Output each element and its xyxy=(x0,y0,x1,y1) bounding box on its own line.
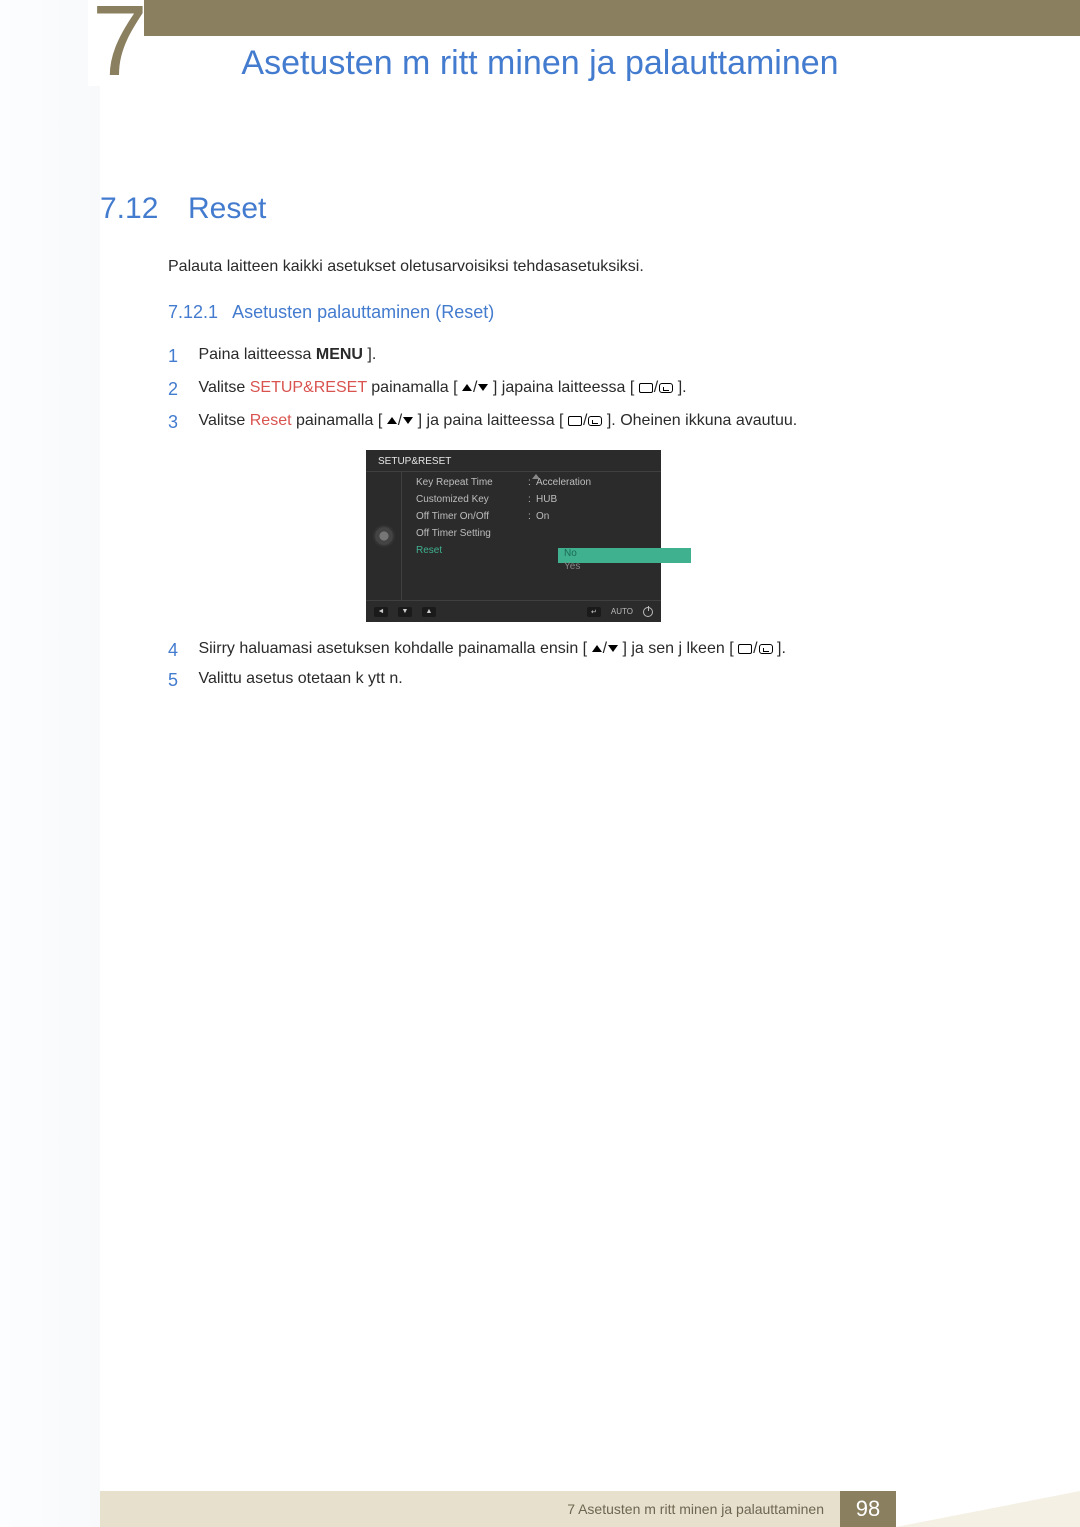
step-num: 4 xyxy=(168,640,194,661)
down-icon xyxy=(608,645,618,652)
footer-text: 7 Asetusten m ritt minen ja palauttamine… xyxy=(567,1501,824,1517)
step-num: 3 xyxy=(168,412,194,433)
top-bar xyxy=(100,0,1080,36)
osd-list: Key Repeat Time:Acceleration Customized … xyxy=(402,472,661,600)
osd-down-icon: ▼ xyxy=(398,607,412,617)
osd-row: Off Timer Setting xyxy=(402,525,661,542)
step-num: 1 xyxy=(168,346,194,367)
enter-icon xyxy=(659,383,673,393)
gear-icon xyxy=(375,527,393,545)
page-title: Asetusten m ritt minen ja palauttaminen xyxy=(0,44,1080,83)
scroll-up-icon xyxy=(532,474,540,479)
step-body: Valittu asetus otetaan k ytt n. xyxy=(198,670,402,688)
osd-screenshot: SETUP&RESET Key Repeat Time:Acceleration… xyxy=(366,450,661,622)
section-title: Reset xyxy=(188,192,266,226)
step-4: 4 Siirry haluamasi asetuksen kohdalle pa… xyxy=(168,640,786,661)
osd-row: Customized Key:HUB xyxy=(402,491,661,508)
source-icon xyxy=(738,644,752,654)
source-icon xyxy=(639,383,653,393)
step-body: Valitse SETUP&RESET painamalla [ / ] jap… xyxy=(198,379,686,397)
intro-text: Palauta laitteen kaikki asetukset oletus… xyxy=(168,258,644,276)
down-icon xyxy=(478,384,488,391)
enter-icon xyxy=(588,416,602,426)
osd-enter-icon: ↵ xyxy=(587,607,601,617)
menu-label: MENU xyxy=(316,346,363,363)
osd-sidebar xyxy=(366,472,402,600)
osd-auto-label: AUTO xyxy=(611,607,633,616)
step-num: 5 xyxy=(168,670,194,691)
step-2: 2 Valitse SETUP&RESET painamalla [ / ] j… xyxy=(168,379,1000,400)
step-5: 5 Valittu asetus otetaan k ytt n. xyxy=(168,670,403,691)
subsection-title: Asetusten palauttaminen (Reset) xyxy=(232,302,494,322)
section-number: 7.12 xyxy=(100,192,158,226)
step-body: Siirry haluamasi asetuksen kohdalle pain… xyxy=(198,640,785,658)
subsection-heading: 7.12.1 Asetusten palauttaminen (Reset) xyxy=(168,302,494,323)
step-num: 2 xyxy=(168,379,194,400)
osd-up-icon: ▲ xyxy=(422,607,436,617)
step-3: 3 Valitse Reset painamalla [ / ] ja pain… xyxy=(168,412,1000,433)
up-icon xyxy=(462,384,472,391)
highlight-reset: Reset xyxy=(250,412,292,429)
page-number: 98 xyxy=(840,1491,896,1527)
osd-title: SETUP&RESET xyxy=(366,450,661,472)
step-body: Valitse Reset painamalla [ / ] ja paina … xyxy=(198,412,797,430)
highlight-setup: SETUP&RESET xyxy=(250,379,367,396)
step-1: 1 Paina laitteessa MENU ]. xyxy=(168,346,1000,367)
footer-corner xyxy=(896,1491,1080,1527)
up-icon xyxy=(387,417,397,424)
footer-bar: 7 Asetusten m ritt minen ja palauttamine… xyxy=(100,1491,840,1527)
down-icon xyxy=(403,417,413,424)
step-body: Paina laitteessa MENU ]. xyxy=(198,346,376,364)
enter-icon xyxy=(759,644,773,654)
osd-button-bar: ◄ ▼ ▲ ↵ AUTO xyxy=(366,600,661,622)
left-stripe xyxy=(0,0,100,1527)
osd-option-no: No xyxy=(564,548,577,559)
source-icon xyxy=(568,416,582,426)
up-icon xyxy=(592,645,602,652)
osd-back-icon: ◄ xyxy=(374,607,388,617)
osd-body: Key Repeat Time:Acceleration Customized … xyxy=(366,472,661,600)
osd-row: Off Timer On/Off:On xyxy=(402,508,661,525)
osd-option-yes: Yes xyxy=(564,561,580,572)
power-icon xyxy=(643,607,653,617)
steps-1-3: 1 Paina laitteessa MENU ]. 2 Valitse SET… xyxy=(168,346,1000,445)
subsection-num: 7.12.1 xyxy=(168,302,218,322)
